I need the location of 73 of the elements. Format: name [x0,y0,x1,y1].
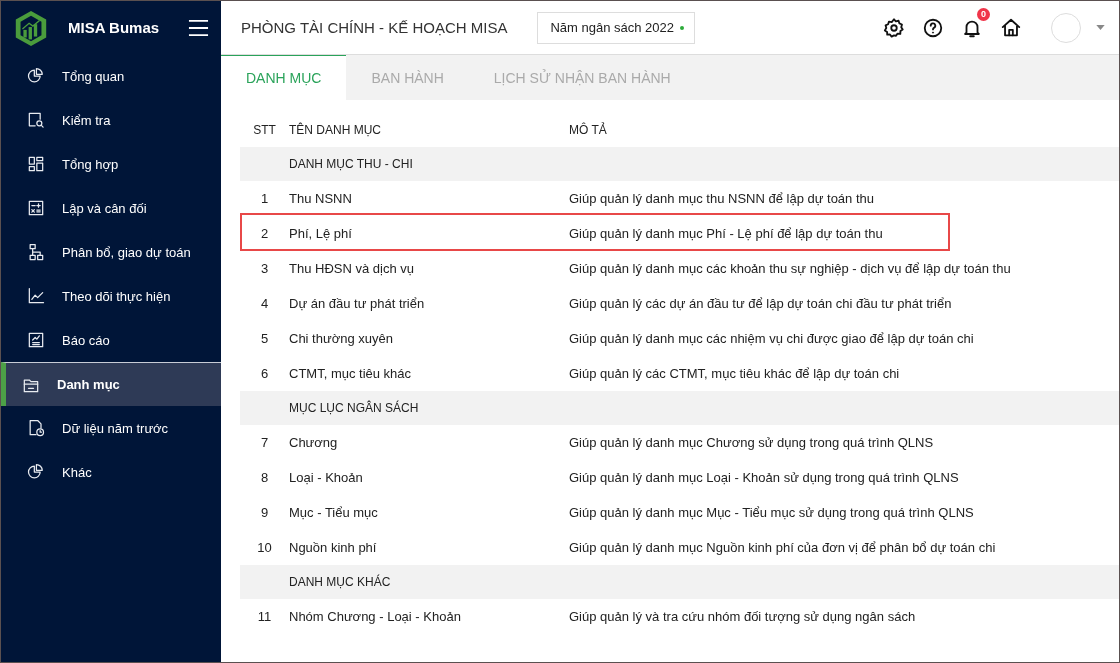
table-cell-text: 9 [259,504,270,520]
sidebar-item[interactable]: Phân bổ, giao dự toán [1,230,221,274]
menu-icon[interactable] [188,18,209,37]
sidebar-item[interactable]: Báo cáo [1,318,221,362]
table-cell-text: Giúp quản lý danh mục Mục - Tiểu mục sử dụng trong quá trình QLNS [569,504,975,520]
group-title: MỤC LỤC NGÂN SÁCH [289,401,420,415]
table-cell-text: Nguồn kinh phí [289,539,378,555]
table-row[interactable]: 11 Nhóm Chương - Loại - Khoản Giúp quản lý và tra cứu nhóm đối tượng sử dụng ngân sách [240,599,1119,634]
line-chart-icon [26,286,46,306]
home-icon[interactable] [1000,16,1022,39]
table-cell-text: Giúp quản lý các dự án đầu tư để lập dự toán chi đầu tư phát triển [569,295,953,311]
report-icon [26,330,46,350]
table-row[interactable]: 2 Phí, Lệ phí Giúp quản lý danh mục Phí - Lệ phí để lập dự toán thu [240,216,1119,251]
table-cell-text: 5 [259,330,270,346]
table-cell-text: Giúp quản lý danh mục Nguồn kinh phí của đơn vị để phân bổ dự toán chi [569,539,997,555]
table-row[interactable]: 4 Dự án đầu tư phát triển Giúp quản lý các dự án đầu tư để lập dự toán chi đầu tư phát triển [240,286,1119,321]
caret-icon[interactable] [1096,25,1105,30]
sidebar-item[interactable]: Kiểm tra [1,98,221,142]
sidebar-item[interactable]: Danh mục [1,362,221,406]
table-row[interactable]: 1 Thu NSNN Giúp quản lý danh mục thu NSNN để lập dự toán thu [240,181,1119,216]
sidebar-item[interactable]: Khác [1,450,221,494]
table-row[interactable]: 5 Chi thường xuyên Giúp quản lý danh mục các nhiệm vụ chi được giao để lập dự toán chi [240,321,1119,356]
status-dot [680,25,684,30]
sidebar-item[interactable]: Lập và cân đối [1,186,221,230]
table-cell-text: Dự án đầu tư phát triển [289,295,426,311]
table-cell-text: Giúp quản lý danh mục Loại - Khoản sử dụng trong quá trình QLNS [569,469,960,485]
table-cell-text: Giúp quản lý các CTMT, mục tiêu khác để lập dự toán chi [569,365,901,381]
table-cell-text: 1 [259,190,270,206]
table-cell-text: Chi thường xuyên [289,330,394,346]
column-header: MÔ TẢ [569,123,608,137]
table-cell-text: 2 [259,225,270,241]
table-cell-text: 6 [259,365,270,381]
table-cell-text: Phí, Lệ phí [289,225,353,241]
table-cell-text: Chương [289,434,339,450]
calculator-icon [26,198,46,218]
table-cell-text: Nhóm Chương - Loại - Khoản [289,608,462,624]
table-row[interactable]: 9 Mục - Tiểu mục Giúp quản lý danh mục Mục - Tiểu mục sử dụng trong quá trình QLNS [240,495,1119,530]
column-header: STT [252,123,277,137]
table-row[interactable]: 3 Thu HĐSN và dịch vụ Giúp quản lý danh mục các khoản thu sự nghiệp - dịch vụ để lập dự toán thu [240,251,1119,286]
table-cell-text: 7 [259,434,270,450]
table-cell-text: 4 [259,295,270,311]
table-cell-text: Loại - Khoản [289,469,364,485]
table-cell-text: CTMT, mục tiêu khác [289,365,413,381]
column-header: TÊN DANH MỤC [289,123,382,137]
sidebar-item[interactable]: Dữ liệu năm trước [1,406,221,450]
table-row[interactable]: 7 Chương Giúp quản lý danh mục Chương sử dụng trong quá trình QLNS [240,425,1119,460]
table-cell-text: Giúp quản lý danh mục các nhiệm vụ chi được giao để lập dự toán chi [569,330,975,346]
table-cell-text: 3 [259,260,270,276]
table-row[interactable]: 8 Loại - Khoản Giúp quản lý danh mục Loại - Khoản sử dụng trong quá trình QLNS [240,460,1119,495]
group-title: DANH MỤC THU - CHI [289,157,414,171]
table-cell-text: 11 [256,608,273,624]
organization-title: PHÒNG TÀI CHÍNH - KẾ HOẠCH MISA [241,19,508,36]
table-cell-text: 10 [256,539,273,555]
table-cell-text: Giúp quản lý danh mục thu NSNN để lập dự toán thu [569,190,875,206]
table-cell-text: Thu NSNN [289,190,353,206]
sidebar-item[interactable]: Tổng hợp [1,142,221,186]
table-cell-text: Giúp quản lý danh mục Phí - Lệ phí để lập dự toán thu [569,225,884,241]
table-cell-text: 8 [259,469,270,485]
table-cell-text: Mục - Tiểu mục [289,504,379,520]
table-cell-text: Giúp quản lý danh mục các khoản thu sự nghiệp - dịch vụ để lập dự toán thu [569,260,1012,276]
notification-badge: 0 [977,7,990,21]
settings-icon[interactable] [883,16,905,39]
table-cell-text: Thu HĐSN và dịch vụ [289,260,415,276]
group-title: DANH MỤC KHÁC [289,575,392,589]
table-cell-text: Giúp quản lý và tra cứu nhóm đối tượng sử dụng ngân sách [569,608,917,624]
year-selector[interactable]: Năm ngân sách 2022 [537,11,695,44]
document-search-icon [26,110,46,130]
grid-icon [26,154,46,174]
table-cell-text: Giúp quản lý danh mục Chương sử dụng trong quá trình QLNS [569,434,935,450]
sidebar-item[interactable]: Theo dõi thực hiện [1,274,221,318]
help-icon[interactable] [922,16,944,39]
app-name: MISA Bumas [68,19,161,36]
sidebar-item[interactable]: Tổng quan [1,54,221,98]
